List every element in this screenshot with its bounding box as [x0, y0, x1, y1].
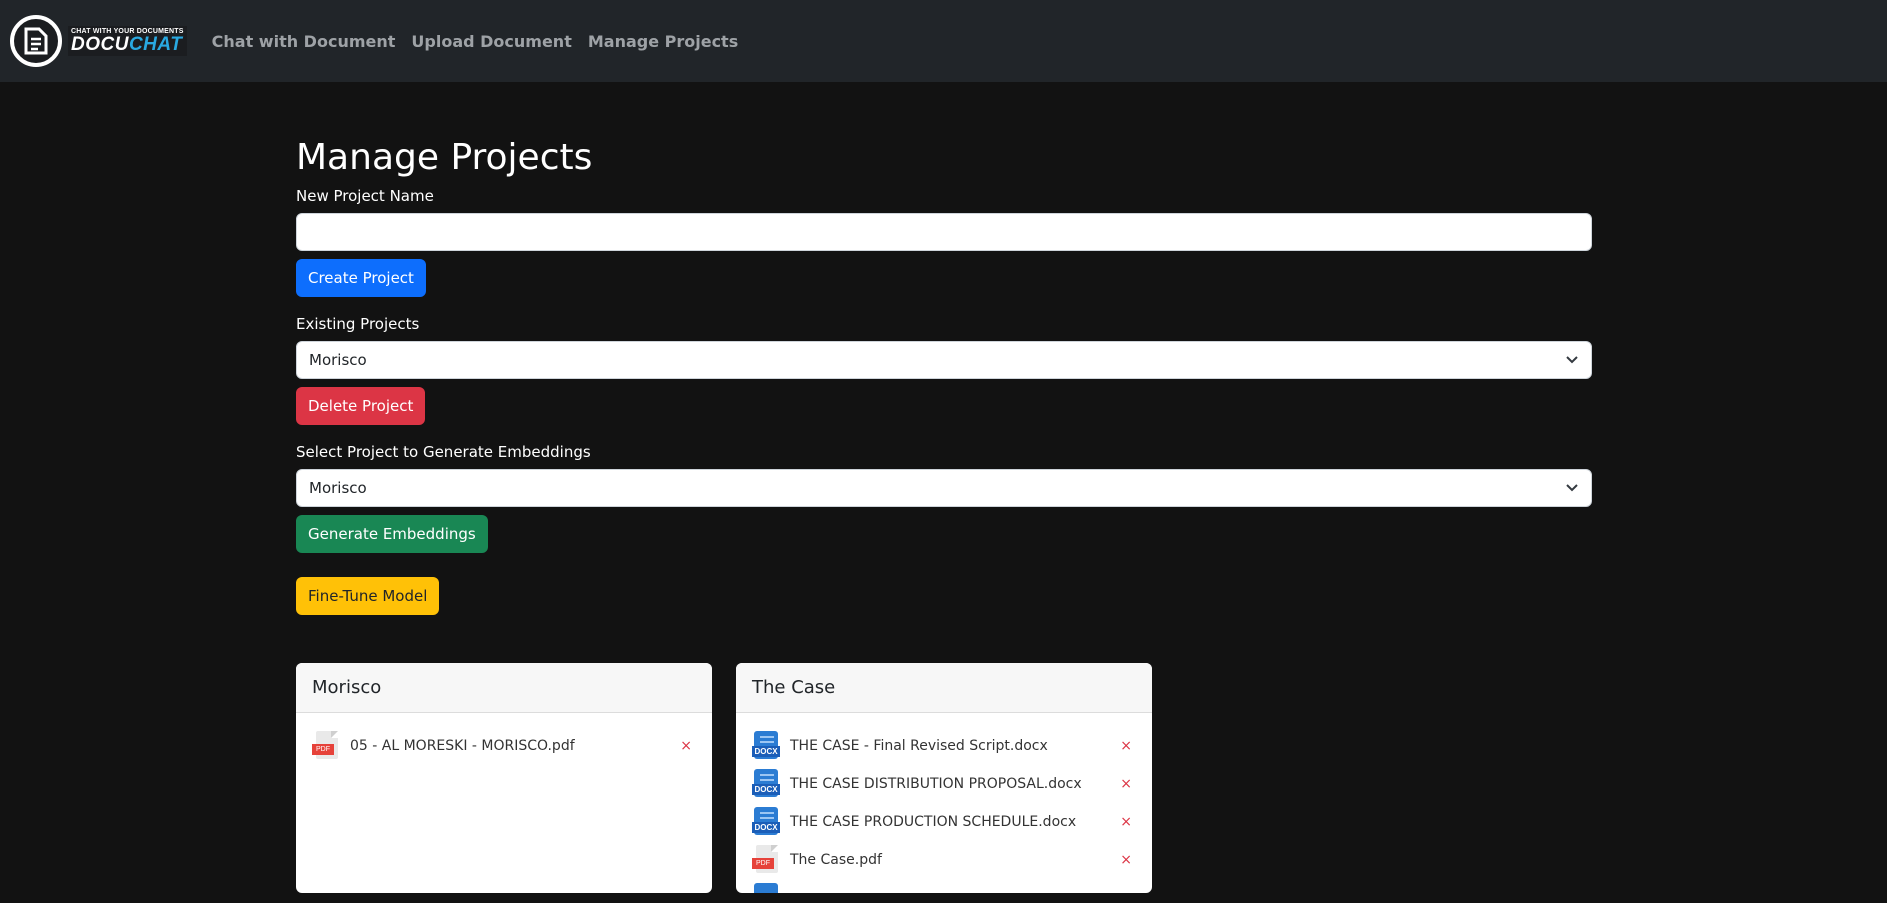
nav-links: Chat with Document Upload Document Manag…: [212, 32, 755, 51]
list-item: PDF The Case.pdf ×: [752, 841, 1136, 879]
project-file-list: PDF 05 - AL MORESKI - MORISCO.pdf ×: [296, 713, 712, 773]
delete-project-button[interactable]: Delete Project: [296, 387, 426, 425]
main-container: Manage Projects New Project Name Create …: [296, 82, 1592, 893]
generate-embeddings-button[interactable]: Generate Embeddings: [296, 515, 488, 553]
file-name: THE CASE PRODUCTION SCHEDULE.docx: [790, 814, 1077, 830]
remove-file-icon[interactable]: ×: [1116, 852, 1136, 868]
list-item: PDF 05 - AL MORESKI - MORISCO.pdf ×: [312, 727, 696, 765]
remove-file-icon[interactable]: ×: [1116, 738, 1136, 754]
brand-name: DOCUCHAT: [71, 35, 184, 54]
file-name: THE CASE - Final Revised Script.docx: [790, 738, 1048, 754]
project-file-list: DOCX THE CASE - Final Revised Script.doc…: [736, 713, 1152, 893]
list-item-partial: [752, 879, 1136, 893]
docx-tag: DOCX: [752, 746, 780, 757]
navbar: CHAT WITH YOUR DOCUMENTS DOCUCHAT Chat w…: [0, 0, 1887, 82]
chevron-down-icon: [1565, 479, 1579, 497]
chat-document-icon: [10, 15, 62, 67]
pdf-tag: PDF: [752, 858, 774, 869]
project-card-title: Morisco: [296, 663, 712, 713]
nav-link-chat[interactable]: Chat with Document: [212, 32, 396, 51]
list-item: DOCX THE CASE DISTRIBUTION PROPOSAL.docx…: [752, 765, 1136, 803]
existing-projects-label: Existing Projects: [296, 315, 420, 333]
brand-text: CHAT WITH YOUR DOCUMENTS DOCUCHAT: [68, 26, 187, 56]
create-project-button[interactable]: Create Project: [296, 259, 426, 297]
file-name: 05 - AL MORESKI - MORISCO.pdf: [350, 738, 575, 754]
list-item: DOCX THE CASE PRODUCTION SCHEDULE.docx ×: [752, 803, 1136, 841]
nav-link-upload[interactable]: Upload Document: [411, 32, 571, 51]
new-project-input[interactable]: [296, 213, 1592, 251]
embeddings-project-selected: Morisco: [309, 479, 367, 497]
brand-name-part2: CHAT: [128, 34, 183, 55]
project-card-the-case: The Case DOCX THE CASE - Final Revised S…: [736, 663, 1152, 893]
existing-projects-select[interactable]: Morisco: [296, 341, 1592, 379]
new-project-label: New Project Name: [296, 187, 434, 205]
remove-file-icon[interactable]: ×: [1116, 776, 1136, 792]
pdf-tag: PDF: [312, 744, 334, 755]
brand-logo[interactable]: CHAT WITH YOUR DOCUMENTS DOCUCHAT: [10, 10, 187, 72]
file-name: The Case.pdf: [790, 852, 882, 868]
pdf-file-icon: PDF: [312, 731, 340, 761]
existing-projects-selected: Morisco: [309, 351, 367, 369]
docx-file-icon: DOCX: [752, 769, 780, 799]
list-item: DOCX THE CASE - Final Revised Script.doc…: [752, 727, 1136, 765]
remove-file-icon[interactable]: ×: [676, 738, 696, 754]
docx-file-icon: [752, 883, 780, 893]
embeddings-project-label: Select Project to Generate Embeddings: [296, 443, 591, 461]
embeddings-project-select[interactable]: Morisco: [296, 469, 1592, 507]
project-cards: Morisco PDF 05 - AL MORESKI - MORISCO.pd…: [296, 663, 1592, 893]
project-card-title: The Case: [736, 663, 1152, 713]
nav-link-manage-projects[interactable]: Manage Projects: [588, 32, 738, 51]
fine-tune-model-button[interactable]: Fine-Tune Model: [296, 577, 440, 615]
remove-file-icon[interactable]: ×: [1116, 814, 1136, 830]
project-card-morisco: Morisco PDF 05 - AL MORESKI - MORISCO.pd…: [296, 663, 712, 893]
chevron-down-icon: [1565, 351, 1579, 369]
page-title: Manage Projects: [296, 137, 593, 178]
brand-name-part1: DOCU: [71, 34, 129, 55]
docx-file-icon: DOCX: [752, 807, 780, 837]
docx-tag: DOCX: [752, 784, 780, 795]
docx-file-icon: DOCX: [752, 731, 780, 761]
pdf-file-icon: PDF: [752, 845, 780, 875]
file-name: THE CASE DISTRIBUTION PROPOSAL.docx: [790, 776, 1082, 792]
docx-tag: DOCX: [752, 822, 780, 833]
